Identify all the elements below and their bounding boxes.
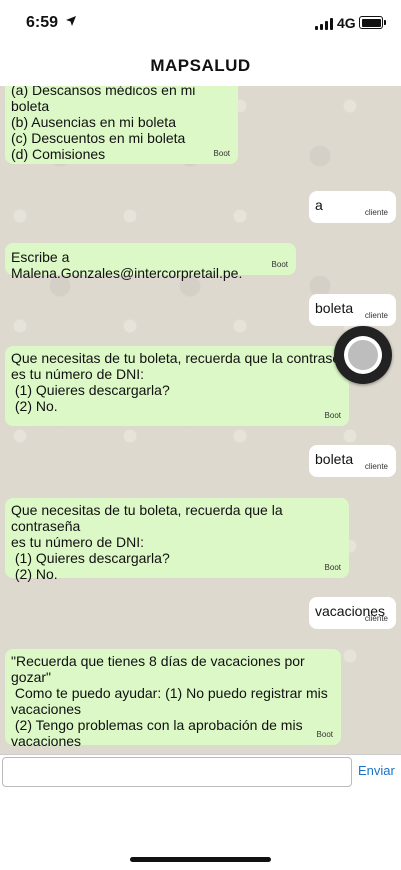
sender-label: Boot (271, 260, 288, 269)
chat-message: Que necesitas de tu boleta, recuerda que… (5, 498, 349, 582)
chat-message: "Recuerda que tienes 8 días de vacacione… (5, 649, 341, 749)
sender-label: cliente (364, 311, 388, 320)
chat-message: Escribe a Malena.Gonzales@intercorpretai… (5, 243, 296, 281)
camera-capture-icon[interactable] (334, 326, 392, 384)
sender-label: Boot (324, 563, 341, 572)
sender-label: Boot (316, 730, 333, 739)
chat-area[interactable]: (a) Descansos médicos en mi boleta (b) A… (0, 86, 401, 754)
message-input-bar: Enviar (0, 754, 401, 791)
app-header: MAPSALUD (0, 46, 401, 87)
chat-message: a cliente (309, 191, 396, 223)
chat-message: vacaciones cliente (309, 597, 396, 629)
home-indicator (130, 857, 271, 862)
message-text: Que necesitas de tu boleta, recuerda que… (11, 350, 349, 414)
network-type: 4G (337, 15, 356, 31)
chat-message: (a) Descansos médicos en mi boleta (b) A… (5, 86, 238, 164)
sender-label: cliente (364, 462, 388, 471)
message-input[interactable] (2, 757, 352, 787)
chat-message: boleta cliente (309, 294, 396, 326)
sender-label: cliente (364, 208, 388, 217)
message-text: Que necesitas de tu boleta, recuerda que… (11, 502, 283, 582)
sender-label: Boot (324, 411, 341, 420)
message-text: Escribe a Malena.Gonzales@intercorpretai… (11, 249, 243, 281)
signal-icon (315, 18, 333, 30)
sender-label: cliente (364, 614, 388, 623)
status-bar: 6:59 4G (0, 0, 401, 46)
battery-icon (359, 16, 386, 29)
message-text: (a) Descansos médicos en mi boleta (b) A… (11, 86, 196, 162)
status-time: 6:59 (26, 14, 59, 31)
send-button[interactable]: Enviar (358, 763, 395, 778)
chat-message: boleta cliente (309, 445, 396, 477)
message-text: "Recuerda que tienes 8 días de vacacione… (11, 653, 328, 749)
sender-label: Boot (213, 149, 230, 158)
page-title: MAPSALUD (150, 56, 251, 75)
location-arrow-icon (66, 16, 76, 26)
chat-message: Que necesitas de tu boleta, recuerda que… (5, 346, 349, 426)
